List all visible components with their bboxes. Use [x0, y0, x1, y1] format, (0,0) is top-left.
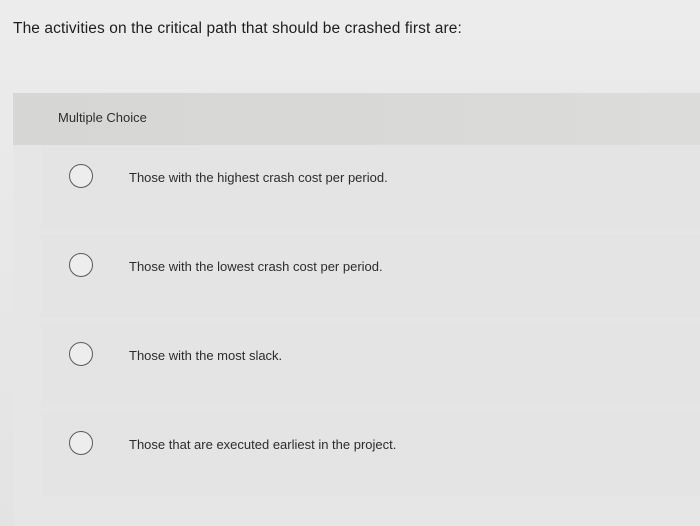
radio-button-icon[interactable] [69, 431, 93, 455]
quiz-page: The activities on the critical path that… [0, 0, 700, 526]
multiple-choice-header: Multiple Choice [13, 93, 700, 145]
radio-button-icon[interactable] [69, 164, 93, 188]
answer-option-label: Those that are executed earliest in the … [129, 437, 397, 452]
radio-button-icon[interactable] [69, 342, 93, 366]
answer-options: Those with the highest crash cost per pe… [13, 145, 700, 526]
answer-option-2[interactable]: Those with the lowest crash cost per per… [41, 234, 700, 318]
multiple-choice-label: Multiple Choice [58, 110, 147, 125]
answer-option-4[interactable]: Those that are executed earliest in the … [41, 412, 700, 496]
question-text: The activities on the critical path that… [13, 20, 462, 37]
answer-option-label: Those with the most slack. [129, 348, 283, 363]
answer-option-label: Those with the lowest crash cost per per… [129, 259, 383, 274]
radio-button-icon[interactable] [69, 253, 93, 277]
answer-option-label: Those with the highest crash cost per pe… [129, 170, 388, 185]
answer-option-1[interactable]: Those with the highest crash cost per pe… [41, 145, 700, 229]
multiple-choice-panel: Multiple Choice Those with the highest c… [13, 93, 700, 526]
answer-option-3[interactable]: Those with the most slack. [41, 323, 700, 407]
